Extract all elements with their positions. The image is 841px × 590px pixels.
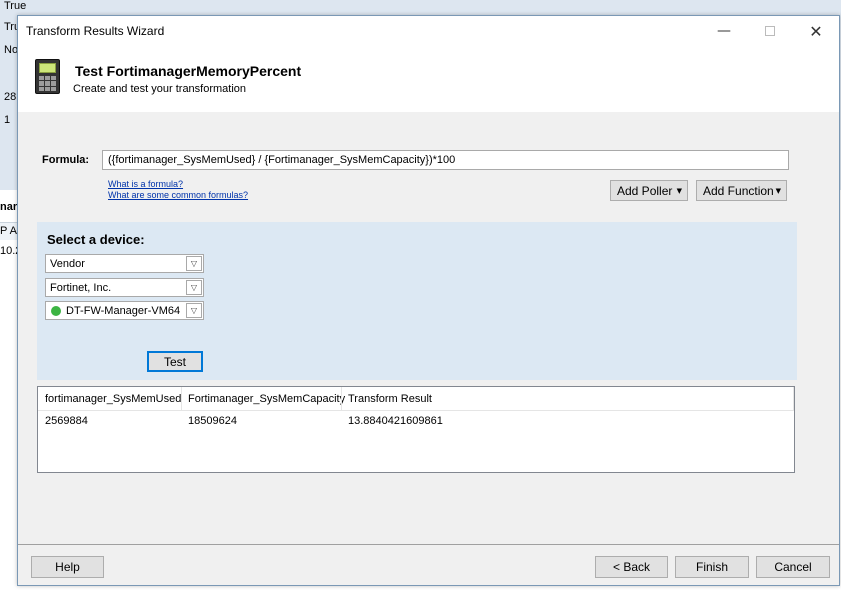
wizard-header: Test FortimanagerMemoryPercent Create an… — [18, 46, 839, 112]
close-button[interactable]: ✕ — [793, 16, 839, 46]
calculator-icon — [35, 59, 60, 94]
test-button[interactable]: Test — [147, 351, 203, 372]
select-device-heading: Select a device: — [47, 232, 145, 247]
dropdown-arrow-icon: ▼ — [775, 187, 781, 195]
finish-button[interactable]: Finish — [675, 556, 749, 578]
background-text: True — [4, 0, 27, 12]
formula-input[interactable] — [102, 150, 789, 170]
column-header[interactable]: fortimanager_SysMemUsed — [45, 393, 181, 405]
page-title: Test FortimanagerMemoryPercent — [75, 63, 302, 79]
select-device-panel: Select a device: Vendor ▽ Fortinet, Inc.… — [37, 222, 797, 380]
status-up-icon — [51, 306, 61, 316]
background-text: No — [4, 44, 19, 56]
dropdown-arrow-icon: ▼ — [676, 187, 682, 195]
maximize-button — [747, 16, 793, 46]
table-cell: 13.8840421609861 — [348, 415, 443, 427]
add-poller-button[interactable]: Add Poller ▼ — [610, 180, 688, 201]
background-text: nar — [0, 201, 18, 213]
table-cell: 2569884 — [45, 415, 88, 427]
vendor-filter-select[interactable]: Vendor ▽ — [45, 254, 204, 273]
wizard-body: Formula: What is a formula? What are som… — [18, 112, 839, 544]
minimize-icon: — — [717, 23, 731, 39]
what-is-formula-link[interactable]: What is a formula? — [108, 179, 183, 189]
common-formulas-link[interactable]: What are some common formulas? — [108, 190, 248, 200]
background-text: 1 — [4, 114, 11, 126]
device-value: DT-FW-Manager-VM64 — [66, 305, 181, 317]
chevron-down-icon[interactable]: ▽ — [186, 280, 202, 295]
title-bar[interactable]: Transform Results Wizard — ✕ — [18, 16, 839, 46]
add-poller-label: Add Poller — [617, 183, 673, 198]
window-title: Transform Results Wizard — [26, 24, 165, 38]
add-function-button[interactable]: Add Function ▼ — [696, 180, 787, 201]
transform-results-wizard-dialog: Transform Results Wizard — ✕ Test Fortim… — [17, 15, 840, 586]
close-icon: ✕ — [809, 21, 823, 41]
page-subtitle: Create and test your transformation — [73, 83, 247, 95]
back-button[interactable]: < Back — [595, 556, 668, 578]
chevron-down-icon[interactable]: ▽ — [186, 256, 202, 271]
chevron-down-icon[interactable]: ▽ — [186, 303, 202, 318]
background-text: P A — [0, 225, 17, 237]
vendor-filter-value: Vendor — [50, 258, 85, 270]
table-cell: 18509624 — [188, 415, 237, 427]
vendor-value-select[interactable]: Fortinet, Inc. ▽ — [45, 278, 204, 297]
column-header[interactable]: Transform Result — [348, 393, 432, 405]
vendor-value: Fortinet, Inc. — [50, 282, 112, 294]
help-button[interactable]: Help — [31, 556, 104, 578]
column-header[interactable]: Fortimanager_SysMemCapacity — [188, 393, 345, 405]
results-table: fortimanager_SysMemUsed Fortimanager_Sys… — [37, 386, 795, 473]
device-select[interactable]: DT-FW-Manager-VM64 ▽ — [45, 301, 204, 320]
maximize-icon — [765, 26, 775, 36]
results-header-row: fortimanager_SysMemUsed Fortimanager_Sys… — [38, 387, 794, 411]
minimize-button[interactable]: — — [701, 16, 747, 46]
cancel-button[interactable]: Cancel — [756, 556, 830, 578]
add-function-label: Add Function — [703, 183, 774, 198]
formula-label: Formula: — [42, 154, 90, 166]
wizard-footer: Help < Back Finish Cancel — [18, 544, 839, 585]
